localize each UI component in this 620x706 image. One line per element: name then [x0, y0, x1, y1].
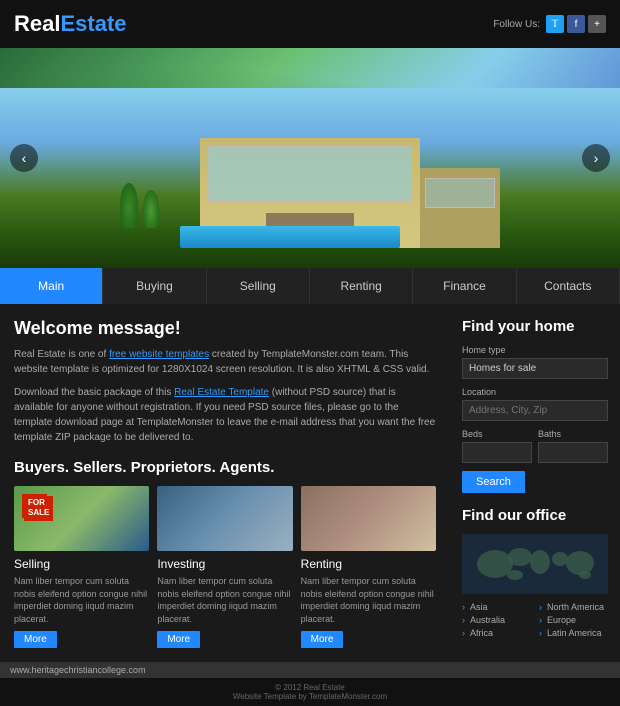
card-investing-more-button[interactable]: More — [157, 631, 200, 648]
nav-bar: Main Buying Selling Renting Finance Cont… — [0, 268, 620, 304]
nav-renting[interactable]: Renting — [310, 268, 413, 304]
home-type-select[interactable]: Homes for sale — [462, 358, 608, 379]
card-renting-text: Nam liber tempor cum soluta nobis eleife… — [301, 575, 436, 625]
home-type-label: Home type — [462, 345, 608, 355]
card-selling-more-button[interactable]: More — [14, 631, 57, 648]
free-templates-link[interactable]: free website templates — [109, 349, 209, 360]
hero-prev-button[interactable]: ‹ — [10, 144, 38, 172]
footer-bottom: © 2012 Real Estate Website Template by T… — [0, 678, 620, 706]
card-selling: FORSALE Selling Nam liber tempor cum sol… — [14, 486, 149, 648]
find-home-title: Find your home — [462, 318, 608, 335]
office-col-1: Asia Australia Africa — [462, 602, 531, 641]
card-renting-title: Renting — [301, 557, 436, 571]
beds-label: Beds — [462, 429, 532, 439]
region-europe: Europe — [539, 615, 608, 625]
search-button[interactable]: Search — [462, 471, 525, 493]
template-link[interactable]: Real Estate Template — [174, 387, 269, 398]
region-latin-america: Latin America — [539, 628, 608, 638]
find-office-title: Find our office — [462, 507, 608, 524]
world-svg — [465, 537, 605, 591]
footer-copyright: © 2012 Real Estate — [275, 683, 345, 692]
baths-label: Baths — [538, 429, 608, 439]
card-investing-title: Investing — [157, 557, 292, 571]
hero-side-building — [420, 168, 500, 248]
office-map — [462, 534, 608, 594]
tree-2 — [143, 190, 159, 228]
location-input[interactable] — [462, 400, 608, 421]
header: RealEstate Follow Us: 𝕋 f + — [0, 0, 620, 48]
card-selling-image: FORSALE — [14, 486, 149, 551]
for-sale-badge: FORSALE — [22, 494, 47, 518]
facebook-icon[interactable]: f — [567, 15, 585, 33]
beds-group: Beds — [462, 429, 532, 463]
beds-baths-row: Beds Baths — [462, 429, 608, 463]
twitter-icon[interactable]: 𝕋 — [546, 15, 564, 33]
baths-select[interactable] — [538, 442, 608, 463]
logo: RealEstate — [14, 11, 127, 37]
left-column: Welcome message! Real Estate is one of f… — [0, 304, 450, 662]
baths-group: Baths — [538, 429, 608, 463]
follow-label: Follow Us: — [493, 19, 540, 30]
card-renting-more-button[interactable]: More — [301, 631, 344, 648]
card-renting: Renting Nam liber tempor cum soluta nobi… — [301, 486, 436, 648]
logo-real: Real — [14, 11, 60, 37]
follow-us: Follow Us: 𝕋 f + — [493, 15, 606, 33]
nav-finance[interactable]: Finance — [413, 268, 516, 304]
card-renting-image — [301, 486, 436, 551]
plus-icon[interactable]: + — [588, 15, 606, 33]
hero-scene — [120, 118, 500, 248]
nav-main[interactable]: Main — [0, 268, 103, 304]
section-title: Buyers. Sellers. Proprietors. Agents. — [14, 459, 436, 476]
hero-next-button[interactable]: › — [582, 144, 610, 172]
hero-pool — [180, 226, 400, 248]
welcome-title: Welcome message! — [14, 318, 436, 339]
logo-estate: Estate — [60, 11, 126, 37]
nav-buying[interactable]: Buying — [103, 268, 206, 304]
tree-1 — [120, 183, 138, 228]
region-africa: Africa — [462, 628, 531, 638]
card-selling-title: Selling — [14, 557, 149, 571]
hero-window — [208, 146, 412, 201]
right-column: Find your home Home type Homes for sale … — [450, 304, 620, 662]
cards-container: FORSALE Selling Nam liber tempor cum sol… — [14, 486, 436, 648]
office-col-2: North America Europe Latin America — [539, 602, 608, 641]
card-investing-text: Nam liber tempor cum soluta nobis eleife… — [157, 575, 292, 625]
footer-bar: www.heritagechristiancollege.com — [0, 662, 620, 678]
location-label: Location — [462, 387, 608, 397]
nav-selling[interactable]: Selling — [207, 268, 310, 304]
welcome-text-2: Download the basic package of this Real … — [14, 385, 436, 445]
region-north-america: North America — [539, 602, 608, 612]
nav-contacts[interactable]: Contacts — [517, 268, 620, 304]
social-icons: 𝕋 f + — [546, 15, 606, 33]
region-australia: Australia — [462, 615, 531, 625]
hero-side-window — [425, 178, 495, 208]
main-content: Welcome message! Real Estate is one of f… — [0, 304, 620, 662]
welcome-text-1: Real Estate is one of free website templ… — [14, 347, 436, 377]
footer-url: www.heritagechristiancollege.com — [10, 665, 146, 675]
card-investing: Investing Nam liber tempor cum soluta no… — [157, 486, 292, 648]
hero-image: ‹ › — [0, 48, 620, 268]
world-map-icon — [462, 534, 608, 594]
card-investing-image — [157, 486, 292, 551]
office-regions: Asia Australia Africa North America Euro… — [462, 602, 608, 641]
region-asia: Asia — [462, 602, 531, 612]
card-selling-text: Nam liber tempor cum soluta nobis eleife… — [14, 575, 149, 625]
hero-trees — [120, 183, 159, 228]
beds-select[interactable] — [462, 442, 532, 463]
